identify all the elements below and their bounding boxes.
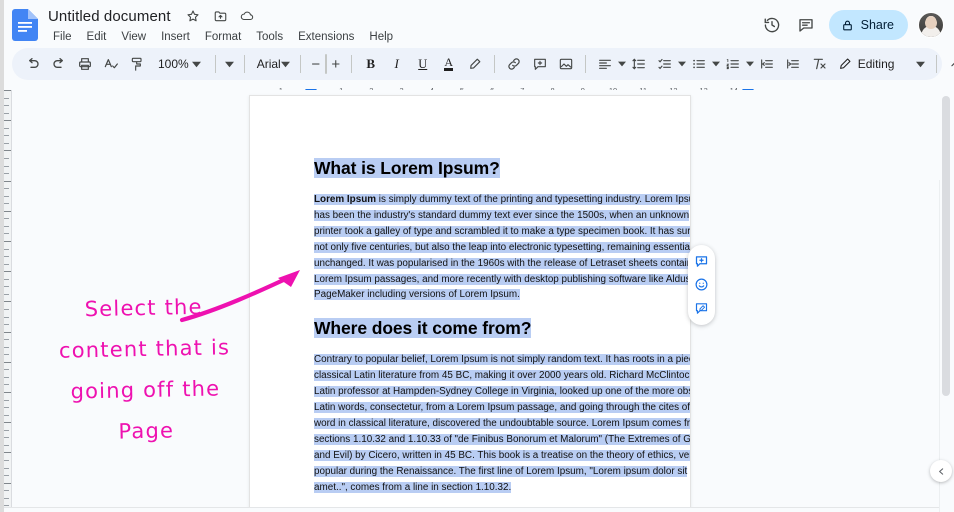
move-to-folder-icon[interactable] bbox=[212, 8, 229, 25]
toolbar-divider bbox=[493, 55, 495, 73]
decrease-font-size-label: − bbox=[311, 55, 321, 73]
menu-item-tools[interactable]: Tools bbox=[250, 28, 289, 46]
text-color-label: A bbox=[444, 55, 454, 71]
avatar[interactable] bbox=[918, 12, 944, 38]
redo-icon[interactable] bbox=[46, 51, 72, 77]
zoom-level-value: 100% bbox=[158, 57, 189, 71]
section-heading: Where does it come from? bbox=[314, 318, 531, 339]
editing-mode-label: Editing bbox=[857, 57, 895, 71]
star-icon[interactable] bbox=[185, 8, 202, 25]
chevron-down-icon[interactable] bbox=[617, 56, 626, 72]
section-paragraph: Lorem Ipsum is simply dummy text of the … bbox=[314, 192, 691, 303]
align-left-icon[interactable] bbox=[592, 51, 618, 77]
zoom-level-button[interactable]: 100% bbox=[150, 52, 209, 76]
paragraph-lead-bold: Lorem Ipsum bbox=[314, 194, 377, 205]
toolbar-divider bbox=[214, 55, 216, 73]
menu-item-view[interactable]: View bbox=[115, 28, 152, 46]
page-body: What is Lorem Ipsum? Lorem Ipsum is simp… bbox=[314, 158, 691, 512]
numbered-list-icon[interactable] bbox=[720, 51, 746, 77]
header-actions: Share bbox=[757, 10, 944, 40]
paragraph-text: is simply dummy text of the printing and… bbox=[314, 194, 691, 301]
paint-format-icon[interactable] bbox=[124, 51, 150, 77]
menu-item-extensions[interactable]: Extensions bbox=[292, 28, 360, 46]
menu-item-help[interactable]: Help bbox=[363, 28, 399, 46]
pencil-icon bbox=[838, 57, 852, 71]
spelling-grammar-check-icon[interactable] bbox=[98, 51, 124, 77]
lock-icon bbox=[841, 19, 854, 32]
floating-comment-toolbar bbox=[688, 245, 715, 325]
section-heading-text: What is Lorem Ipsum? bbox=[314, 158, 500, 178]
bold-label: B bbox=[366, 56, 376, 71]
font-family-dropdown[interactable]: Arial bbox=[251, 52, 281, 76]
toolbar-divider bbox=[299, 55, 301, 73]
decrease-indent-icon[interactable] bbox=[754, 51, 780, 77]
open-comment-history-icon[interactable] bbox=[791, 10, 821, 40]
underline-label: U bbox=[418, 56, 428, 71]
toolbar-divider bbox=[243, 55, 245, 73]
section-paragraph: Contrary to popular belief, Lorem Ipsum … bbox=[314, 352, 690, 495]
window-bottom-edge bbox=[0, 507, 954, 512]
add-comment-icon[interactable] bbox=[527, 51, 553, 77]
decrease-font-size-button[interactable]: − bbox=[307, 51, 325, 77]
bold-button[interactable]: B bbox=[358, 51, 384, 77]
underline-button[interactable]: U bbox=[410, 51, 436, 77]
clear-formatting-icon[interactable] bbox=[806, 51, 832, 77]
editing-mode-button[interactable]: Editing bbox=[832, 56, 931, 72]
insert-image-icon[interactable] bbox=[553, 51, 579, 77]
document-canvas[interactable]: What is Lorem Ipsum? Lorem Ipsum is simp… bbox=[12, 90, 954, 512]
vertical-scrollbar[interactable] bbox=[942, 96, 950, 396]
chevron-down-icon bbox=[912, 56, 928, 72]
increase-font-size-label: + bbox=[331, 55, 341, 73]
toolbar-divider bbox=[584, 55, 586, 73]
section-heading-text: Where does it come from? bbox=[314, 318, 532, 339]
italic-button[interactable]: I bbox=[384, 51, 410, 77]
document-page[interactable]: What is Lorem Ipsum? Lorem Ipsum is simp… bbox=[249, 95, 691, 512]
chevron-down-icon bbox=[189, 56, 205, 72]
menu-item-format[interactable]: Format bbox=[199, 28, 247, 46]
collapse-toolbar-chevron-up-icon[interactable] bbox=[943, 51, 954, 77]
italic-label: I bbox=[394, 56, 399, 71]
paragraph-text: Contrary to popular belief, Lorem Ipsum … bbox=[314, 354, 690, 493]
share-label: Share bbox=[860, 18, 894, 32]
line-spacing-icon[interactable] bbox=[626, 51, 652, 77]
app-header: Untitled document File Edit View Insert … bbox=[0, 0, 954, 48]
chevron-down-icon[interactable] bbox=[745, 56, 754, 72]
window-left-edge bbox=[0, 0, 4, 512]
increase-font-size-button[interactable]: + bbox=[327, 51, 345, 77]
section-heading: What is Lorem Ipsum? bbox=[314, 158, 500, 179]
menu-item-insert[interactable]: Insert bbox=[155, 28, 196, 46]
increase-indent-icon[interactable] bbox=[780, 51, 806, 77]
bulleted-list-icon[interactable] bbox=[686, 51, 712, 77]
document-title[interactable]: Untitled document bbox=[46, 8, 173, 25]
menu-item-edit[interactable]: Edit bbox=[81, 28, 113, 46]
insert-link-icon[interactable] bbox=[501, 51, 527, 77]
add-comment-icon[interactable] bbox=[692, 252, 712, 272]
google-docs-icon[interactable] bbox=[12, 9, 38, 41]
add-emoji-reaction-icon[interactable] bbox=[692, 275, 712, 295]
chevron-down-icon[interactable] bbox=[677, 56, 686, 72]
toolbar-divider bbox=[936, 55, 938, 73]
undo-icon[interactable] bbox=[20, 51, 46, 77]
text-color-button[interactable]: A bbox=[436, 51, 462, 77]
print-icon[interactable] bbox=[72, 51, 98, 77]
chevron-down-icon bbox=[222, 56, 238, 72]
font-family-value: Arial bbox=[256, 57, 281, 71]
version-history-icon[interactable] bbox=[757, 10, 787, 40]
chevron-down-icon[interactable] bbox=[280, 56, 290, 72]
chevron-down-icon[interactable] bbox=[711, 56, 720, 72]
menu-item-file[interactable]: File bbox=[47, 28, 78, 46]
highlight-pen-icon[interactable] bbox=[462, 51, 488, 77]
checklist-icon[interactable] bbox=[652, 51, 678, 77]
paragraph-style-dropdown[interactable] bbox=[222, 52, 238, 76]
suggest-edit-icon[interactable] bbox=[692, 298, 712, 318]
toolbar-container: 100% Arial − + B I U A Editing bbox=[0, 48, 954, 80]
cloud-saved-icon[interactable] bbox=[239, 8, 256, 25]
toolbar-divider bbox=[350, 55, 352, 73]
title-action-icons bbox=[185, 8, 256, 25]
share-button[interactable]: Share bbox=[828, 10, 908, 40]
formatting-toolbar: 100% Arial − + B I U A Editing bbox=[12, 48, 954, 80]
collapse-side-panel-chevron-left-icon[interactable] bbox=[930, 460, 952, 482]
